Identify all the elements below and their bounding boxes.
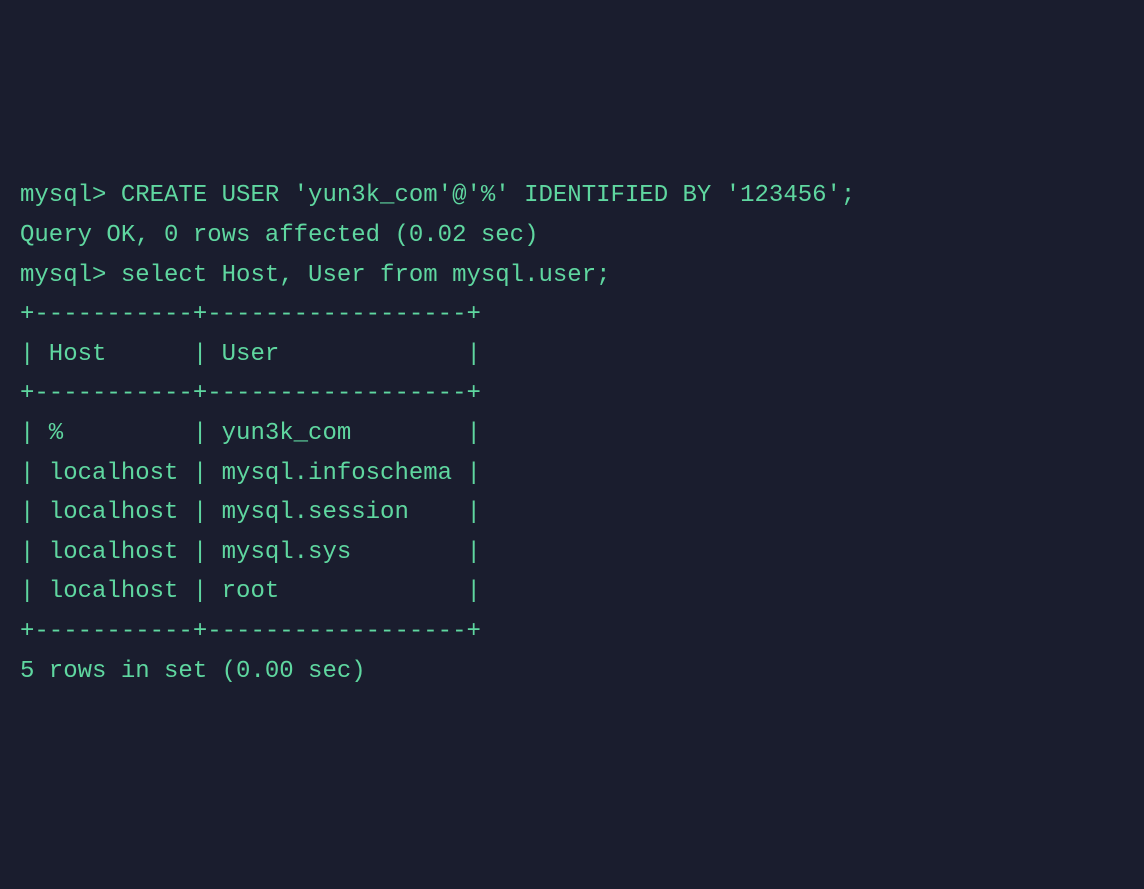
table-row: | localhost | root | [20, 572, 1124, 612]
mysql-command-select: mysql> select Host, User from mysql.user… [20, 256, 1124, 296]
table-border-bottom: +-----------+------------------+ [20, 612, 1124, 652]
table-row: | % | yun3k_com | [20, 414, 1124, 454]
query-result-ok: Query OK, 0 rows affected (0.02 sec) [20, 216, 1124, 256]
table-row: | localhost | mysql.sys | [20, 533, 1124, 573]
table-row: | localhost | mysql.session | [20, 493, 1124, 533]
table-border-top: +-----------+------------------+ [20, 295, 1124, 335]
rows-in-set: 5 rows in set (0.00 sec) [20, 652, 1124, 692]
mysql-command-create-user: mysql> CREATE USER 'yun3k_com'@'%' IDENT… [20, 176, 1124, 216]
table-border-mid: +-----------+------------------+ [20, 374, 1124, 414]
table-row: | localhost | mysql.infoschema | [20, 454, 1124, 494]
table-header-row: | Host | User | [20, 335, 1124, 375]
